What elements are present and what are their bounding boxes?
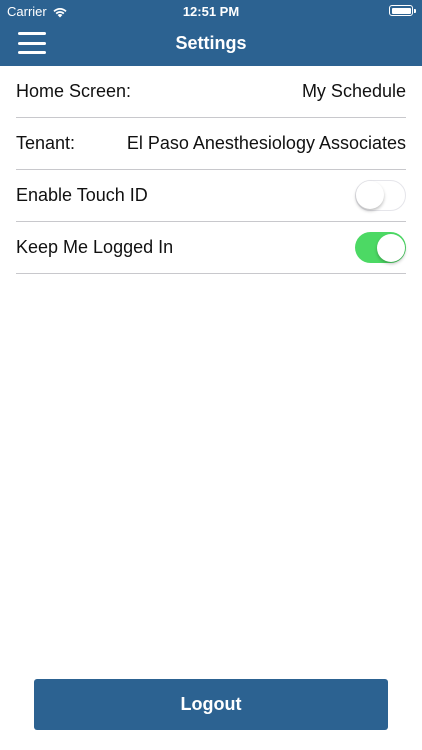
nav-bar: Settings [0,22,422,66]
home-screen-value: My Schedule [301,81,406,101]
page-title: Settings [175,33,247,53]
touch-id-label: Enable Touch ID [16,185,148,205]
settings-list: Home Screen: My Schedule Tenant: El Paso… [16,66,406,274]
status-time: 12:51 PM [182,4,240,19]
app-header: Carrier 12:51 PM Settings [0,0,422,66]
toggle-knob [377,233,405,262]
tenant-label: Tenant: [16,133,76,153]
setting-row-keep-logged-in: Keep Me Logged In [16,222,406,274]
tenant-value: El Paso Anesthesiology Associates [126,133,406,153]
toggle-knob [356,181,384,209]
battery-icon [389,5,416,16]
status-bar: Carrier 12:51 PM [0,0,422,22]
logout-button[interactable]: Logout [34,679,388,730]
keep-logged-in-toggle[interactable] [355,232,406,263]
setting-row-tenant[interactable]: Tenant: El Paso Anesthesiology Associate… [16,118,406,170]
settings-screen: Carrier 12:51 PM Settings Home Screen: M… [0,0,422,750]
home-screen-label: Home Screen: [16,81,132,101]
setting-row-home-screen[interactable]: Home Screen: My Schedule [16,66,406,118]
touch-id-toggle[interactable] [355,180,406,211]
setting-row-touch-id: Enable Touch ID [16,170,406,222]
keep-logged-in-label: Keep Me Logged In [16,237,174,257]
